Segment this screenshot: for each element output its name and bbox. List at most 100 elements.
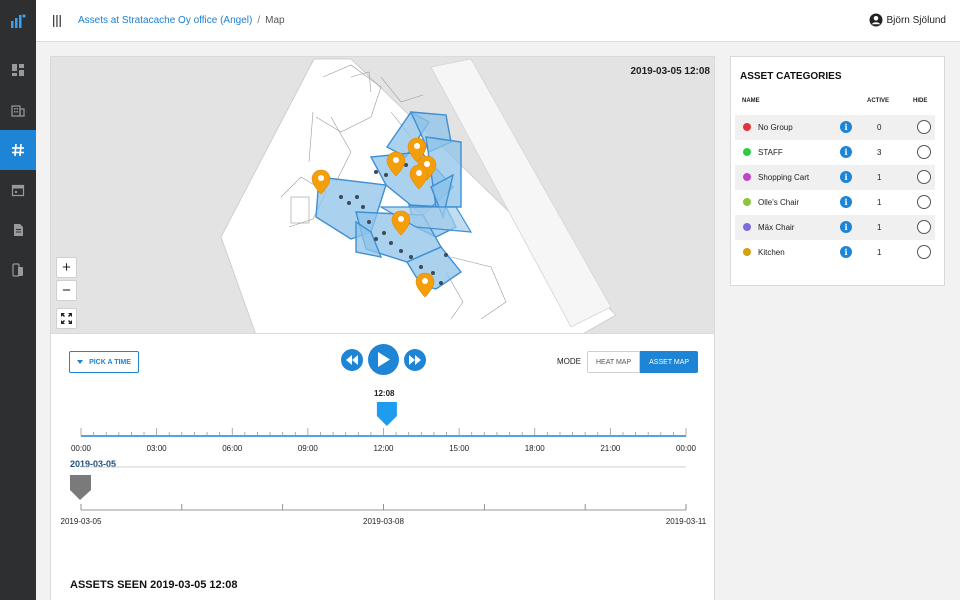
category-active-count: 1 [877, 173, 882, 182]
hour-tick-label: 03:00 [147, 444, 168, 453]
asset-map-button[interactable]: ASSET MAP [640, 351, 699, 373]
play-controls [341, 344, 426, 375]
rewind-button[interactable] [341, 348, 363, 371]
hide-radio[interactable] [917, 245, 931, 259]
category-color-dot [743, 123, 751, 131]
date-tick-label: 2019-03-05 [61, 517, 102, 526]
fast-forward-icon [409, 354, 421, 365]
hash-icon [12, 143, 24, 157]
column-header-active: ACTIVE [867, 98, 890, 104]
info-icon[interactable]: i [840, 221, 852, 233]
logo-icon [11, 14, 26, 28]
category-color-dot [743, 198, 751, 206]
category-name: Shopping Cart [758, 173, 810, 182]
category-row: Kitchen i 1 [735, 240, 935, 265]
sidebar-item-buildings[interactable] [0, 90, 36, 130]
pick-a-time-label: PICK A TIME [89, 358, 131, 366]
heat-map-button[interactable]: HEAT MAP [587, 351, 641, 373]
info-icon[interactable]: i [840, 121, 852, 133]
hour-tick-label: 21:00 [600, 444, 621, 453]
category-active-count: 1 [877, 223, 882, 232]
category-color-dot [743, 248, 751, 256]
pick-a-time-button[interactable]: PICK A TIME [69, 351, 139, 373]
play-button[interactable] [368, 344, 399, 375]
info-icon[interactable]: i [840, 146, 852, 158]
caret-down-icon [77, 360, 84, 364]
devices-icon [12, 263, 23, 277]
user-name: Björn Sjölund [886, 14, 946, 26]
hour-tick-label: 00:00 [71, 444, 92, 453]
fast-forward-button[interactable] [404, 348, 426, 371]
hide-radio[interactable] [917, 170, 931, 184]
mode-label: MODE [557, 357, 581, 366]
timeline[interactable]: 00:00 03:00 06:00 09:00 12:00 15:00 18:00 21:00… [51, 394, 716, 594]
date-tick-label: 2019-03-08 [363, 517, 404, 526]
breadcrumb-separator: / [257, 15, 261, 26]
fullscreen-icon [61, 313, 72, 324]
hour-tick-label: 18:00 [525, 444, 546, 453]
info-icon[interactable]: i [840, 196, 852, 208]
top-bar: Assets at Stratacache Oy office (Angel) … [36, 0, 960, 42]
building-icon [11, 105, 25, 117]
sidebar-item-dashboard[interactable] [0, 50, 36, 90]
category-name: No Group [758, 123, 793, 132]
time-marker[interactable] [376, 402, 397, 426]
category-active-count: 1 [877, 198, 882, 207]
menu-icon [53, 14, 61, 27]
category-name: Kitchen [758, 248, 785, 257]
category-row: No Group i 0 [735, 115, 935, 140]
fit-to-screen-button[interactable] [56, 308, 77, 329]
column-header-name: NAME [742, 98, 760, 104]
category-color-dot [743, 148, 751, 156]
info-icon[interactable]: i [840, 246, 852, 258]
date-marker[interactable] [70, 475, 91, 500]
floor-plan[interactable] [51, 57, 715, 334]
breadcrumb: Assets at Stratacache Oy office (Angel) … [78, 15, 285, 26]
playback-controls: PICK A TIME MODE HEAT MAP ASSET MAP 12:0… [50, 334, 715, 600]
breadcrumb-current: Map [265, 15, 285, 26]
sidebar-item-calendar[interactable] [0, 170, 36, 210]
assets-seen-heading: ASSETS SEEN 2019-03-05 12:08 [70, 579, 238, 591]
category-active-count: 0 [877, 123, 882, 132]
hour-tick-label: 15:00 [449, 444, 470, 453]
menu-toggle-button[interactable] [36, 14, 78, 27]
sidebar-item-reports[interactable] [0, 210, 36, 250]
hide-radio[interactable] [917, 220, 931, 234]
user-menu[interactable]: Björn Sjölund [869, 13, 946, 27]
hide-radio[interactable] [917, 120, 931, 134]
category-row: Olle's Chair i 1 [735, 190, 935, 215]
hour-tick-label: 00:00 [676, 444, 697, 453]
hide-radio[interactable] [917, 195, 931, 209]
calendar-icon [11, 184, 25, 197]
zoom-in-button[interactable]: + [56, 257, 77, 278]
hour-tick-label: 09:00 [298, 444, 319, 453]
map-timestamp: 2019-03-05 12:08 [630, 66, 710, 77]
app-logo[interactable] [0, 0, 36, 42]
category-color-dot [743, 223, 751, 231]
hide-radio[interactable] [917, 145, 931, 159]
info-icon[interactable]: i [840, 171, 852, 183]
category-active-count: 3 [877, 148, 882, 157]
date-tick-label: 2019-03-11 [666, 517, 707, 526]
user-icon [869, 13, 883, 27]
category-name: Mäx Chair [758, 223, 795, 232]
play-icon [378, 352, 390, 367]
category-row: Shopping Cart i 1 [735, 165, 935, 190]
column-header-hide: HIDE [913, 98, 928, 104]
zoom-out-button[interactable]: − [56, 280, 77, 301]
hour-tick-label: 12:00 [373, 444, 394, 453]
floor-map[interactable]: 2019-03-05 12:08 + − [50, 56, 715, 334]
document-icon [14, 224, 23, 236]
category-name: Olle's Chair [758, 198, 800, 207]
sidebar [0, 0, 36, 600]
sidebar-item-assets[interactable] [0, 130, 36, 170]
asset-categories-title: ASSET CATEGORIES [740, 71, 842, 82]
dashboard-icon [12, 64, 24, 76]
category-row: Mäx Chair i 1 [735, 215, 935, 240]
rewind-icon [346, 354, 358, 365]
hour-tick-label: 06:00 [222, 444, 243, 453]
category-name: STAFF [758, 148, 783, 157]
sidebar-item-devices[interactable] [0, 250, 36, 290]
category-active-count: 1 [877, 248, 882, 257]
breadcrumb-link[interactable]: Assets at Stratacache Oy office (Angel) [78, 15, 252, 26]
